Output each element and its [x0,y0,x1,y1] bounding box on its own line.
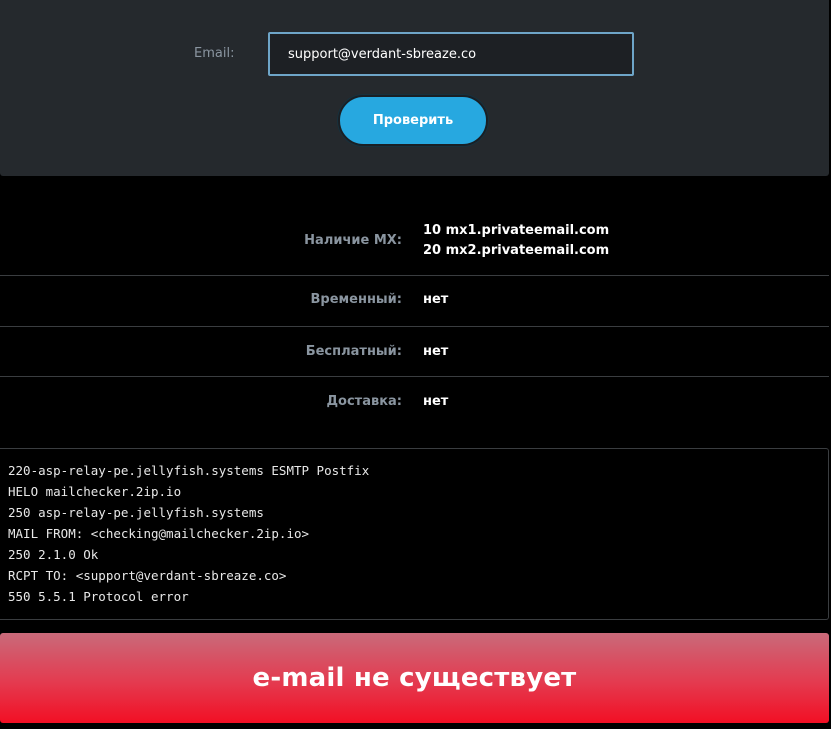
log-line: RCPT TO: <support@verdant-sbreaze.co> [8,568,287,583]
mx-row: Наличие MX: 10 mx1.privateemail.com 20 m… [0,176,829,276]
log-line: HELO mailchecker.2ip.io [8,484,182,499]
email-input[interactable] [268,32,634,76]
temporary-row: Временный: нет [0,276,829,327]
log-line: 550 5.5.1 Protocol error [8,589,189,604]
delivery-row: Доставка: нет [0,377,829,447]
free-label: Бесплатный: [305,344,402,359]
mx-record: 10 mx1.privateemail.com [423,223,610,238]
check-button[interactable]: Проверить [338,95,488,146]
mx-label: Наличие MX: [304,233,402,248]
log-line: 250 asp-relay-pe.jellyfish.systems [8,505,264,520]
delivery-label: Доставка: [326,394,402,409]
delivery-value: нет [423,394,449,409]
log-line: 220-asp-relay-pe.jellyfish.systems ESMTP… [8,463,370,478]
temporary-value: нет [423,292,449,307]
email-label: Email: [194,46,235,61]
result-text: e-mail не существует [252,663,577,693]
temporary-label: Временный: [310,292,402,307]
free-row: Бесплатный: нет [0,327,829,377]
free-value: нет [423,344,449,359]
mx-record: 20 mx2.privateemail.com [423,243,610,258]
log-line: MAIL FROM: <checking@mailchecker.2ip.io> [8,526,310,541]
result-banner: e-mail не существует [0,633,829,723]
email-check-form: Email: Проверить [0,0,829,176]
smtp-log: 220-asp-relay-pe.jellyfish.systems ESMTP… [0,448,829,620]
log-line: 250 2.1.0 Ok [8,547,99,562]
mx-records: 10 mx1.privateemail.com 20 mx2.privateem… [423,221,609,261]
